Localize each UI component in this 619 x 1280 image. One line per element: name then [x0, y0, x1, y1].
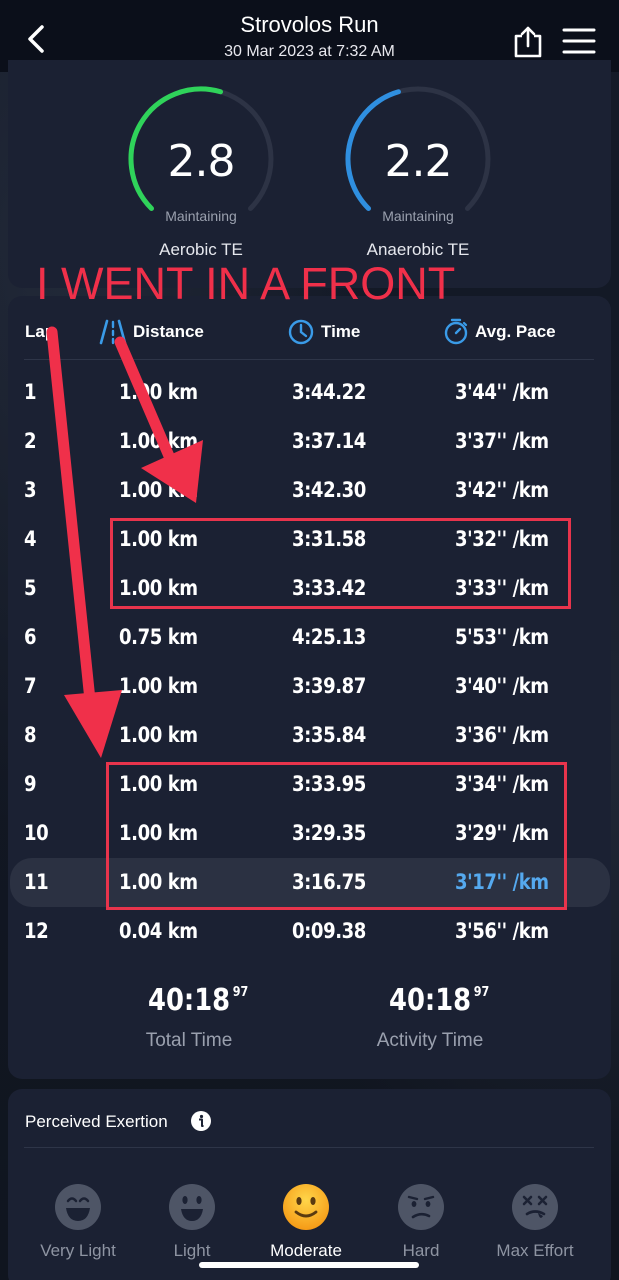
aerobic-te-value: 2.8	[167, 136, 236, 187]
anaerobic-te-status: Maintaining	[382, 208, 454, 224]
lap-number: 3	[24, 478, 37, 502]
share-icon[interactable]	[510, 24, 546, 60]
stopwatch-icon	[444, 318, 468, 345]
lap-row[interactable]: 6 0.75 km 4:25.13 5'53'' /km	[8, 613, 611, 662]
confused-face-icon[interactable]	[397, 1183, 445, 1231]
perceived-exertion-title: Perceived Exertion	[25, 1112, 168, 1131]
total-time-label: Total Time	[145, 1030, 233, 1051]
lap-number: 6	[24, 625, 37, 649]
lap-number: 12	[24, 919, 49, 943]
lap-time: 3:39.87	[292, 674, 366, 698]
lap-distance: 0.04 km	[119, 919, 198, 943]
lap-pace: 3'56'' /km	[455, 919, 549, 943]
lap-distance: 0.75 km	[119, 625, 198, 649]
lap-time: 0:09.38	[292, 919, 366, 943]
lap-number: 7	[24, 674, 37, 698]
lap-column-header: Lap	[25, 322, 56, 341]
annotation-box-laps-9-11	[106, 762, 567, 910]
road-icon	[99, 319, 127, 345]
exertion-moderate-label[interactable]: Moderate	[241, 1241, 371, 1261]
exertion-max-effort-label[interactable]: Max Effort	[470, 1241, 600, 1261]
lap-pace: 3'42'' /km	[455, 478, 549, 502]
lap-row[interactable]: 1 1.00 km 3:44.22 3'44'' /km	[8, 368, 611, 417]
annotation-box-laps-4-5	[110, 518, 571, 609]
lap-number: 2	[24, 429, 37, 453]
lap-number: 1	[24, 380, 37, 404]
training-effect-card	[8, 60, 611, 288]
lap-time: 4:25.13	[292, 625, 366, 649]
lap-row[interactable]: 2 1.00 km 3:37.14 3'37'' /km	[8, 417, 611, 466]
aerobic-te-status: Maintaining	[165, 208, 237, 224]
slightly-smiling-face-icon[interactable]	[282, 1183, 330, 1231]
lap-number: 11	[24, 870, 49, 894]
lap-distance: 1.00 km	[119, 478, 198, 502]
lap-time: 3:44.22	[292, 380, 366, 404]
lap-pace: 5'53'' /km	[455, 625, 549, 649]
aerobic-te-label: Aerobic TE	[159, 240, 243, 259]
lap-row[interactable]: 3 1.00 km 3:42.30 3'42'' /km	[8, 466, 611, 515]
lap-number: 4	[24, 527, 37, 551]
lap-pace: 3'44'' /km	[455, 380, 549, 404]
header-divider	[24, 359, 594, 360]
lap-time: 3:37.14	[292, 429, 366, 453]
annotation-text: I WENT IN A FRONT	[36, 258, 456, 309]
lap-row[interactable]: 12 0.04 km 0:09.38 3'56'' /km	[8, 907, 611, 956]
time-column-header: Time	[321, 322, 361, 341]
smiling-face-icon[interactable]	[168, 1183, 216, 1231]
dizzy-face-icon[interactable]	[511, 1183, 559, 1231]
lap-pace: 3'37'' /km	[455, 429, 549, 453]
pace-column-header: Avg. Pace	[475, 322, 556, 341]
lap-time: 3:35.84	[292, 723, 366, 747]
anaerobic-te-label: Anaerobic TE	[366, 240, 470, 259]
lap-pace: 3'40'' /km	[455, 674, 549, 698]
lap-distance: 1.00 km	[119, 723, 198, 747]
distance-column-header: Distance	[133, 322, 204, 341]
lap-distance: 1.00 km	[119, 429, 198, 453]
lap-row[interactable]: 7 1.00 km 3:39.87 3'40'' /km	[8, 662, 611, 711]
exertion-hard-label[interactable]: Hard	[356, 1241, 486, 1261]
lap-row[interactable]: 8 1.00 km 3:35.84 3'36'' /km	[8, 711, 611, 760]
lap-distance: 1.00 km	[119, 674, 198, 698]
lap-distance: 1.00 km	[119, 380, 198, 404]
activity-time-label: Activity Time	[376, 1030, 484, 1051]
grinning-face-icon[interactable]	[54, 1183, 102, 1231]
lap-number: 10	[24, 821, 49, 845]
activity-time-value: 40:18 97	[389, 983, 490, 1018]
exertion-divider	[24, 1147, 594, 1148]
anaerobic-te-value: 2.2	[384, 136, 453, 187]
lap-time: 3:42.30	[292, 478, 366, 502]
total-time-value: 40:18 97	[148, 983, 249, 1018]
lap-number: 8	[24, 723, 37, 747]
clock-icon	[288, 319, 314, 345]
lap-number: 5	[24, 576, 37, 600]
lap-number: 9	[24, 772, 37, 796]
menu-icon[interactable]	[562, 26, 596, 56]
info-icon[interactable]	[191, 1111, 211, 1131]
lap-pace: 3'36'' /km	[455, 723, 549, 747]
exertion-light-label[interactable]: Light	[127, 1241, 257, 1261]
exertion-very-light-label[interactable]: Very Light	[13, 1241, 143, 1261]
home-indicator	[199, 1262, 419, 1268]
